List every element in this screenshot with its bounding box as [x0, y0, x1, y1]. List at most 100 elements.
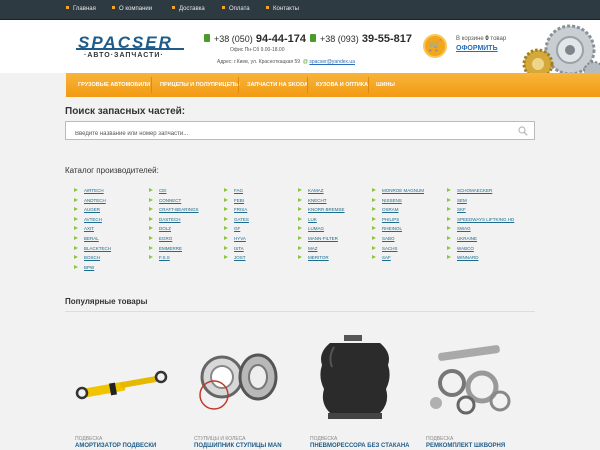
- search-icon[interactable]: [518, 126, 528, 136]
- product-name[interactable]: АМОРТИЗАТОР ПОДВЕСКИ: [75, 443, 156, 449]
- manufacturer-link[interactable]: CRAFT-BEARINGS: [149, 205, 199, 215]
- topnav-delivery[interactable]: Доставка: [172, 6, 205, 12]
- manufacturer-link[interactable]: CEI: [149, 186, 199, 196]
- arrow-bullet-icon: [224, 235, 228, 240]
- manufacturer-link[interactable]: MANN-FILTER: [298, 234, 345, 244]
- manufacturer-link[interactable]: KNORR BREMSE: [298, 205, 345, 215]
- manufacturer-link[interactable]: SAF: [372, 253, 424, 263]
- search-box: [65, 121, 535, 143]
- manufacturer-link[interactable]: AIRTECH: [74, 186, 111, 196]
- product-card[interactable]: ПОДВЕСКА РЕМКОМПЛЕКТ ШКВОРНЯ: [416, 318, 526, 450]
- arrow-bullet-icon: [447, 235, 451, 240]
- manufacturer-link[interactable]: KAMAZ: [298, 186, 345, 196]
- catalog-column: FAG FEBI FRISA GATES GF HYVA ISTA JOST: [224, 186, 249, 263]
- manufacturer-link[interactable]: WINNARD: [447, 253, 514, 263]
- manufacturer-link[interactable]: MERITOR: [298, 253, 345, 263]
- manufacturer-link[interactable]: MONROE MAGNUM: [372, 186, 424, 196]
- arrow-bullet-icon: [447, 207, 451, 212]
- logo-subtitle: ·АВТО·ЗАПЧАСТИ·: [84, 52, 164, 59]
- manufacturer-link[interactable]: WABCO: [447, 244, 514, 254]
- office-hours: Офис Пн-Сб 9.00-18.00: [230, 47, 285, 53]
- email-link[interactable]: spacser@yandex.ua: [309, 59, 355, 65]
- manufacturer-link[interactable]: PHILIPS: [372, 215, 424, 225]
- arrow-bullet-icon: [74, 245, 78, 250]
- cat-trucks[interactable]: ГРУЗОВЫЕ АВТОМОБИЛИ: [78, 82, 150, 88]
- manufacturer-link[interactable]: AXIT: [74, 224, 111, 234]
- manufacturer-link[interactable]: BERAL: [74, 234, 111, 244]
- topnav-home[interactable]: Главная: [66, 6, 96, 12]
- manufacturer-link[interactable]: SABO: [372, 234, 424, 244]
- arrow-bullet-icon: [74, 197, 78, 202]
- manufacturer-link[interactable]: RHEINOL: [372, 224, 424, 234]
- manufacturer-link[interactable]: EGRO: [149, 234, 199, 244]
- manufacturer-link[interactable]: LUK: [298, 215, 345, 225]
- manufacturer-link[interactable]: CONNECT: [149, 196, 199, 206]
- manufacturer-link[interactable]: SCHOMAECKER: [447, 186, 514, 196]
- manufacturer-link[interactable]: FAG: [224, 186, 249, 196]
- manufacturer-link[interactable]: DASTECH: [149, 215, 199, 225]
- manufacturer-link[interactable]: BLACKTECH: [74, 244, 111, 254]
- catalog-column: KAMAZ KNECHT KNORR BREMSE LUK LUMAG MANN-FILT…: [298, 186, 345, 263]
- product-name[interactable]: ПОДШИПНИК СТУПИЦЫ MAN: [194, 443, 282, 449]
- site-logo[interactable]: SPACSER ·АВТО·ЗАПЧАСТИ·: [76, 33, 186, 63]
- manufacturer-link[interactable]: EMMERRE: [149, 244, 199, 254]
- arrow-bullet-icon: [74, 226, 78, 231]
- arrow-bullet-icon: [447, 216, 451, 221]
- product-name[interactable]: ПНЕВМОРЕССОРА БЕЗ СТАКАНА: [310, 443, 410, 449]
- manufacturer-link[interactable]: SEM: [447, 196, 514, 206]
- manufacturer-link[interactable]: GATES: [224, 215, 249, 225]
- logo-bar: [76, 48, 184, 50]
- arrow-bullet-icon: [298, 188, 302, 192]
- product-card[interactable]: ПОДВЕСКА АМОРТИЗАТОР ПОДВЕСКИ: [65, 318, 175, 450]
- manufacturer-link[interactable]: DOLZ: [149, 224, 199, 234]
- arrow-bullet-icon: [372, 197, 376, 202]
- manufacturer-link[interactable]: ISTA: [224, 244, 249, 254]
- search-input[interactable]: [66, 125, 506, 143]
- arrow-bullet-icon: [149, 255, 153, 260]
- arrow-bullet-icon: [224, 245, 228, 250]
- arrow-bullet-icon: [372, 207, 376, 212]
- manufacturer-link[interactable]: MAZ: [298, 244, 345, 254]
- product-card[interactable]: ПОДВЕСКА ПНЕВМОРЕССОРА БЕЗ СТАКАНА: [300, 318, 410, 450]
- manufacturer-link[interactable]: GF: [224, 224, 249, 234]
- arrow-bullet-icon: [298, 245, 302, 250]
- cat-tires[interactable]: ШИНЫ: [376, 82, 395, 88]
- topnav-contacts[interactable]: Контакты: [266, 6, 299, 12]
- manufacturer-link[interactable]: F.S.S: [149, 253, 199, 263]
- product-name[interactable]: РЕМКОМПЛЕКТ ШКВОРНЯ: [426, 443, 505, 449]
- arrow-bullet-icon: [149, 197, 153, 202]
- top-navigation: Главная О компании Доставка Оплата Конта…: [0, 0, 600, 20]
- manufacturer-link[interactable]: BPW: [74, 263, 111, 273]
- cat-skoda[interactable]: ЗАПЧАСТИ НА SKODA: [247, 82, 308, 88]
- cart-icon[interactable]: 🛒: [423, 34, 447, 58]
- manufacturer-link[interactable]: FRISA: [224, 205, 249, 215]
- cat-trailers[interactable]: ПРИЦЕПЫ И ПОЛУПРИЦЕПЫ: [160, 82, 240, 88]
- manufacturer-link[interactable]: SPEEDWAYS LIFTKING HD: [447, 215, 514, 225]
- catalog-title: Каталог производителей:: [65, 166, 159, 175]
- cat-body-optics[interactable]: КУЗОВА И ОПТИКА: [316, 82, 368, 88]
- manufacturer-link[interactable]: AUGER: [74, 205, 111, 215]
- manufacturer-link[interactable]: UKRAINE: [447, 234, 514, 244]
- manufacturer-link[interactable]: LUMAG: [298, 224, 345, 234]
- manufacturer-link[interactable]: FEBI: [224, 196, 249, 206]
- catalog-column: MONROE MAGNUM NISSENS OSRAM PHILIPS RHEINOL S…: [372, 186, 424, 263]
- manufacturer-link[interactable]: SACHS: [372, 244, 424, 254]
- manufacturer-link[interactable]: HYVA: [224, 234, 249, 244]
- manufacturer-link[interactable]: AVTECH: [74, 215, 111, 225]
- arrow-bullet-icon: [74, 207, 78, 212]
- catalog-column: CEI CONNECT CRAFT-BEARINGS DASTECH DOLZ EGRO E…: [149, 186, 199, 263]
- manufacturer-link[interactable]: SKF: [447, 205, 514, 215]
- manufacturer-link[interactable]: NISSENS: [372, 196, 424, 206]
- manufacturer-link[interactable]: BOSCH: [74, 253, 111, 263]
- topnav-about[interactable]: О компании: [112, 6, 152, 12]
- manufacturer-link[interactable]: SWAG: [447, 224, 514, 234]
- manufacturer-link[interactable]: OSRAM: [372, 205, 424, 215]
- arrow-bullet-icon: [372, 216, 376, 221]
- manufacturer-link[interactable]: JOST: [224, 253, 249, 263]
- checkout-link[interactable]: ОФОРМИТЬ: [456, 45, 498, 52]
- manufacturer-link[interactable]: ANDTECH: [74, 196, 111, 206]
- product-card[interactable]: СТУПИЦЫ И КОЛЕСА ПОДШИПНИК СТУПИЦЫ MAN: [184, 318, 294, 450]
- topnav-payment[interactable]: Оплата: [222, 6, 250, 12]
- manufacturer-link[interactable]: KNECHT: [298, 196, 345, 206]
- bullet-icon: [222, 6, 225, 9]
